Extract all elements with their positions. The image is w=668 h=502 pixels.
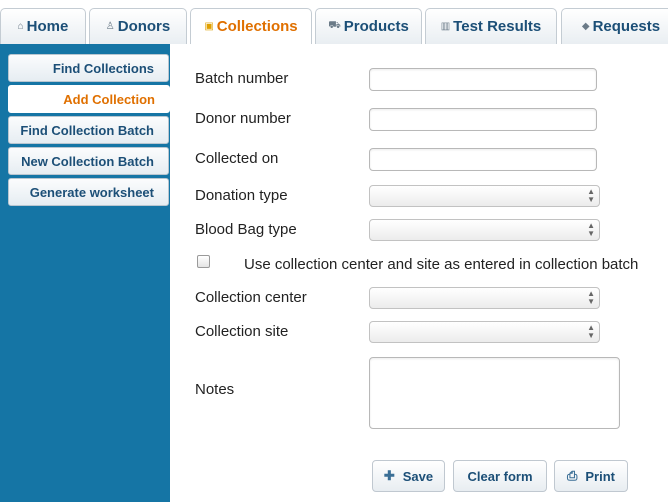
home-icon: ⌂ <box>17 21 24 32</box>
donor-number-label: Donor number <box>195 110 291 127</box>
save-button-label: Save <box>402 468 434 484</box>
tab-test-results[interactable]: ▥ Test Results <box>425 8 557 44</box>
save-button[interactable]: ✚ Save <box>372 460 445 492</box>
donation-type-select[interactable]: ▲ ▼ <box>369 185 600 207</box>
notes-label: Notes <box>195 381 235 398</box>
blood-bag-type-select[interactable]: ▲ ▼ <box>369 219 600 241</box>
donor-number-input[interactable] <box>369 108 597 131</box>
tab-home-label: Home <box>26 18 69 35</box>
collection-center-label: Collection center <box>195 289 307 306</box>
collection-center-select[interactable]: ▲ ▼ <box>369 287 600 309</box>
tab-donors[interactable]: ♙ Donors <box>89 8 187 44</box>
sidebar-item-find-collection-batch[interactable]: Find Collection Batch <box>8 116 169 144</box>
tab-collections-label: Collections <box>216 18 298 35</box>
print-button[interactable]: ⎙ Print <box>554 460 628 492</box>
sidebar-item-find-collections[interactable]: Find Collections <box>8 54 169 82</box>
collection-site-select[interactable]: ▲ ▼ <box>369 321 600 343</box>
batch-number-label: Batch number <box>195 70 289 87</box>
select-arrows-icon: ▲ ▼ <box>587 323 595 340</box>
select-arrows-icon: ▲ ▼ <box>587 187 595 204</box>
donation-type-label: Donation type <box>195 187 288 204</box>
bag-icon: ▣ <box>204 21 214 32</box>
sidebar-item-new-collection-batch[interactable]: New Collection Batch <box>8 147 169 175</box>
use-batch-center-checkbox[interactable] <box>197 255 210 268</box>
tab-home[interactable]: ⌂ Home <box>0 8 86 44</box>
sidebar-item-add-collection[interactable]: Add Collection <box>8 85 170 113</box>
tab-collections[interactable]: ▣ Collections <box>190 8 312 44</box>
clear-form-button[interactable]: Clear form <box>453 460 547 492</box>
sidebar: Find Collections Add Collection Find Col… <box>0 44 170 502</box>
print-button-label: Print <box>585 468 616 484</box>
tag-icon: ◆ <box>581 21 590 32</box>
printer-icon: ⎙ <box>566 468 578 483</box>
collection-site-label: Collection site <box>195 323 289 340</box>
use-batch-center-label: Use collection center and site as entere… <box>244 256 639 273</box>
clear-form-button-label: Clear form <box>467 468 533 484</box>
collected-on-input[interactable] <box>369 148 597 171</box>
blood-bag-type-label: Blood Bag type <box>195 221 297 238</box>
user-icon: ♙ <box>105 21 115 32</box>
chart-icon: ▥ <box>440 21 451 32</box>
select-arrows-icon: ▲ ▼ <box>587 289 595 306</box>
cart-icon: ⛟ <box>328 20 341 31</box>
select-arrows-icon: ▲ ▼ <box>587 221 595 238</box>
tab-requests[interactable]: ◆ Requests <box>561 8 668 44</box>
tab-products[interactable]: ⛟ Products <box>315 8 422 44</box>
sidebar-item-generate-worksheet[interactable]: Generate worksheet <box>8 178 169 206</box>
tab-test-results-label: Test Results <box>453 18 542 35</box>
notes-textarea[interactable] <box>369 357 620 429</box>
main-tab-bar: ⌂ Home ♙ Donors ▣ Collections ⛟ Products… <box>0 0 668 44</box>
collected-on-label: Collected on <box>195 150 279 167</box>
tab-donors-label: Donors <box>117 18 171 35</box>
batch-number-input[interactable] <box>369 68 597 91</box>
plus-icon: ✚ <box>383 468 395 483</box>
tab-products-label: Products <box>343 18 409 35</box>
tab-requests-label: Requests <box>592 18 661 35</box>
